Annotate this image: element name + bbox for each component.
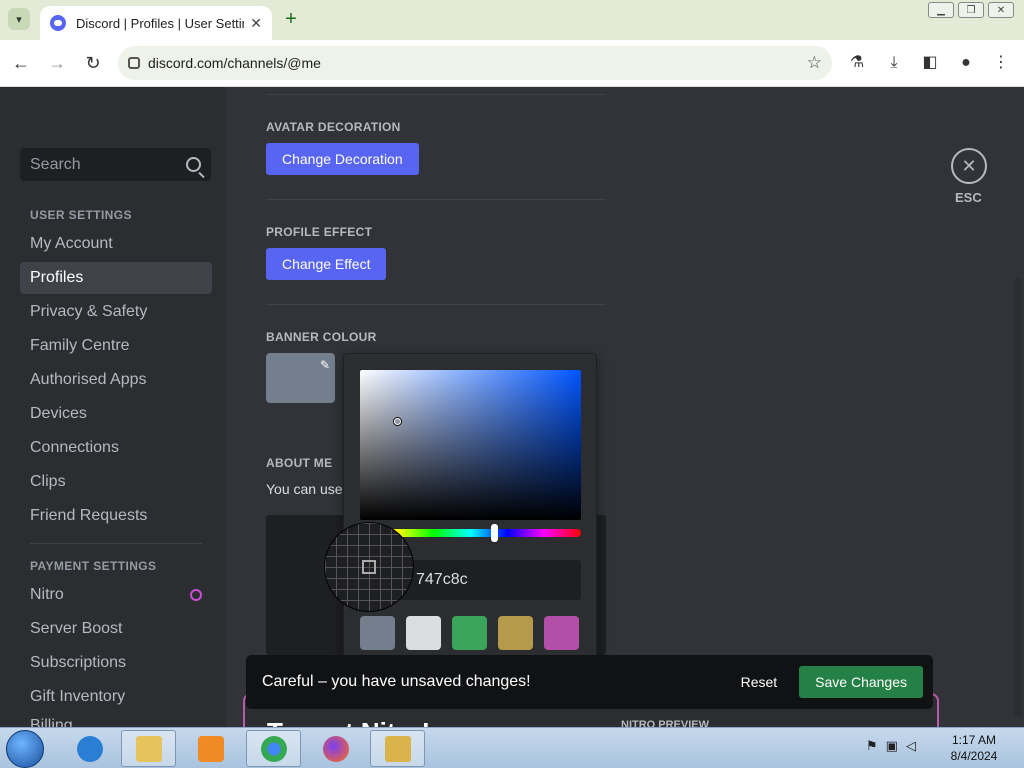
reload-icon[interactable]: ↻ bbox=[82, 52, 104, 74]
discord-settings: Search USER SETTINGS My Account Profiles… bbox=[0, 87, 1024, 727]
file-explorer-icon[interactable] bbox=[121, 730, 176, 767]
nitro-preview-title: Try out Nitro! bbox=[267, 717, 430, 727]
unsaved-changes-bar: Careful – you have unsaved changes! Rese… bbox=[246, 655, 933, 709]
about-me-description: You can use bbox=[266, 481, 343, 497]
payment-settings-header: PAYMENT SETTINGS bbox=[30, 559, 157, 573]
tab-search-button[interactable]: ▾ bbox=[8, 8, 30, 30]
avatar-decoration-label: AVATAR DECORATION bbox=[266, 120, 401, 134]
url-text: discord.com/channels/@me bbox=[148, 55, 321, 71]
tab-close-icon[interactable]: ✕ bbox=[250, 15, 262, 32]
system-clock[interactable]: 1:17 AM 8/4/2024 bbox=[946, 732, 1002, 764]
nitro-icon bbox=[190, 589, 202, 601]
sidebar-item-family-centre[interactable]: Family Centre bbox=[20, 330, 212, 362]
preset-swatch[interactable] bbox=[406, 616, 441, 650]
browser-tab[interactable]: Discord | Profiles | User Settings ✕ bbox=[40, 6, 272, 40]
preset-swatch[interactable] bbox=[544, 616, 579, 650]
sidebar-item-server-boost[interactable]: Server Boost bbox=[20, 613, 212, 645]
address-bar[interactable]: discord.com/channels/@me ☆ bbox=[118, 46, 832, 80]
media-player-icon[interactable] bbox=[183, 730, 238, 767]
preset-swatch[interactable] bbox=[498, 616, 533, 650]
section-divider bbox=[266, 304, 606, 305]
clock-time: 1:17 AM bbox=[951, 733, 997, 747]
profile-avatar-icon[interactable]: ● bbox=[955, 52, 977, 74]
reset-button[interactable]: Reset bbox=[741, 674, 778, 690]
user-settings-header: USER SETTINGS bbox=[30, 208, 132, 222]
saturation-area[interactable] bbox=[360, 370, 581, 520]
app-window-icon[interactable] bbox=[370, 730, 425, 767]
clock-date: 8/4/2024 bbox=[950, 749, 998, 763]
change-decoration-button[interactable]: Change Decoration bbox=[266, 143, 419, 175]
preset-swatches bbox=[360, 616, 579, 650]
restore-button[interactable]: ❐ bbox=[958, 2, 984, 18]
bookmark-star-icon[interactable]: ☆ bbox=[807, 53, 822, 73]
back-arrow-icon[interactable]: ← bbox=[10, 52, 32, 74]
firefox-icon[interactable] bbox=[308, 730, 363, 767]
eyedropper-magnifier bbox=[324, 522, 414, 612]
new-tab-button[interactable]: + bbox=[280, 9, 302, 31]
sidebar-item-friend-requests[interactable]: Friend Requests bbox=[20, 500, 212, 532]
sidebar-item-my-account[interactable]: My Account bbox=[20, 228, 212, 260]
sidebar-item-privacy-safety[interactable]: Privacy & Safety bbox=[20, 296, 212, 328]
forward-arrow-icon[interactable]: → bbox=[46, 52, 68, 74]
more-menu-icon[interactable]: ⋮ bbox=[990, 52, 1012, 74]
system-tray: ⚑ ▣ ◁ bbox=[866, 738, 916, 754]
sidebar-item-authorised-apps[interactable]: Authorised Apps bbox=[20, 364, 212, 396]
site-info-icon[interactable] bbox=[128, 57, 140, 69]
sidebar-item-clips[interactable]: Clips bbox=[20, 466, 212, 498]
profile-effect-label: PROFILE EFFECT bbox=[266, 225, 373, 239]
search-placeholder: Search bbox=[30, 155, 81, 173]
flag-icon[interactable]: ⚑ bbox=[866, 738, 878, 754]
sidebar-item-billing[interactable]: Billing bbox=[30, 717, 73, 727]
internet-explorer-icon[interactable] bbox=[62, 730, 117, 767]
sidebar-item-subscriptions[interactable]: Subscriptions bbox=[20, 647, 212, 679]
windows-taskbar: ⚑ ▣ ◁ 1:17 AM 8/4/2024 bbox=[0, 727, 1024, 768]
sidebar-item-label: Nitro bbox=[30, 586, 64, 603]
eyedropper-target bbox=[362, 560, 376, 574]
about-me-label: ABOUT ME bbox=[266, 456, 333, 470]
browser-tab-bar: ▾ Discord | Profiles | User Settings ✕ +… bbox=[0, 0, 1024, 40]
search-icon bbox=[186, 157, 201, 172]
nitro-preview-tag: NITRO PREVIEW bbox=[621, 719, 710, 727]
download-icon[interactable]: ⤓ bbox=[883, 52, 905, 74]
preset-swatch[interactable] bbox=[360, 616, 395, 650]
sidebar-item-profiles[interactable]: Profiles bbox=[20, 262, 212, 294]
side-panel-icon[interactable]: ◧ bbox=[919, 52, 941, 74]
start-button[interactable] bbox=[6, 730, 44, 768]
settings-sidebar: Search USER SETTINGS My Account Profiles… bbox=[0, 87, 226, 727]
change-effect-button[interactable]: Change Effect bbox=[266, 248, 387, 280]
pencil-icon: ✎ bbox=[319, 358, 330, 372]
chrome-icon[interactable] bbox=[246, 730, 301, 767]
unsaved-message: Careful – you have unsaved changes! bbox=[262, 673, 531, 690]
hue-handle[interactable] bbox=[491, 524, 498, 542]
section-divider bbox=[266, 94, 606, 95]
sidebar-item-devices[interactable]: Devices bbox=[20, 398, 212, 430]
close-settings-button[interactable]: ✕ bbox=[951, 148, 987, 184]
volume-muted-icon[interactable]: ◁ bbox=[906, 738, 916, 754]
close-window-button[interactable]: ✕ bbox=[988, 2, 1014, 18]
discord-favicon-icon bbox=[50, 15, 66, 31]
banner-colour-label: BANNER COLOUR bbox=[266, 330, 377, 344]
color-picker-popover: 747c8c bbox=[343, 353, 597, 666]
sidebar-item-gift-inventory[interactable]: Gift Inventory bbox=[20, 681, 212, 713]
esc-label: ESC bbox=[955, 190, 982, 205]
browser-toolbar: ← → ↻ discord.com/channels/@me ☆ ⚗ ⤓ ◧ ●… bbox=[0, 40, 1024, 87]
save-changes-button[interactable]: Save Changes bbox=[799, 666, 923, 698]
saturation-handle[interactable] bbox=[394, 418, 401, 425]
section-divider bbox=[266, 199, 606, 200]
sidebar-item-nitro[interactable]: Nitro bbox=[20, 579, 212, 611]
minimize-button[interactable]: ▁ bbox=[928, 2, 954, 18]
settings-search-input[interactable]: Search bbox=[20, 148, 211, 181]
preset-swatch[interactable] bbox=[452, 616, 487, 650]
network-icon[interactable]: ▣ bbox=[886, 738, 898, 754]
sidebar-divider bbox=[30, 543, 202, 544]
labs-flask-icon[interactable]: ⚗ bbox=[846, 52, 868, 74]
scrollbar[interactable] bbox=[1014, 277, 1022, 717]
sidebar-item-connections[interactable]: Connections bbox=[20, 432, 212, 464]
window-controls: ▁ ❐ ✕ bbox=[928, 2, 1014, 18]
tab-title: Discord | Profiles | User Settings bbox=[76, 15, 244, 31]
banner-colour-swatch[interactable]: ✎ bbox=[266, 353, 335, 403]
close-icon: ✕ bbox=[961, 155, 977, 176]
